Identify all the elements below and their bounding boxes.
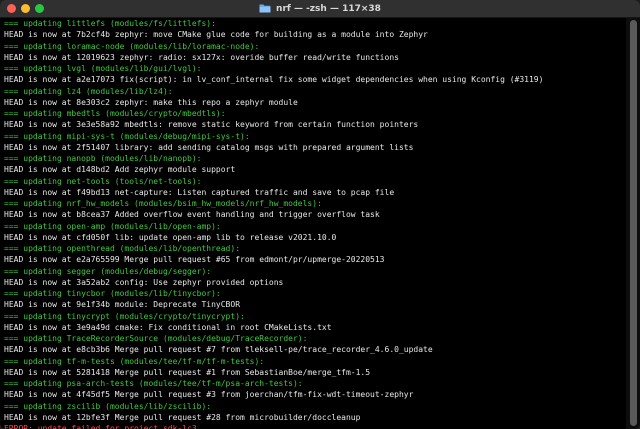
head-status-line: HEAD is now at 12bfe3f Merge pull reques…: [4, 412, 361, 422]
terminal-window: nrf — -zsh — 117×38 === updating littlef…: [0, 0, 640, 429]
head-status-line: HEAD is now at 7b2cf4b zephyr: move CMak…: [4, 30, 428, 40]
head-status-line: HEAD is now at b8cea37 Added overflow ev…: [4, 210, 380, 220]
update-header-line: === updating nrf_hw_models (modules/bsim…: [4, 199, 322, 208]
update-header-line: === updating net-tools (tools/net-tools)…: [4, 176, 202, 186]
update-header-line: === updating nanopb (modules/lib/nanopb)…: [4, 154, 202, 163]
update-header-line: === updating psa-arch-tests (modules/tee…: [4, 379, 303, 388]
head-status-line: HEAD is now at e2a765599 Merge pull requ…: [4, 255, 385, 265]
window-title: nrf — -zsh — 117×38: [0, 0, 640, 17]
terminal-output[interactable]: === updating littlefs (modules/fs/little…: [0, 18, 626, 429]
head-status-line: HEAD is now at 3e9a49d cmake: Fix condit…: [4, 322, 332, 332]
update-header-line: === updating zscilib (modules/lib/zscili…: [4, 401, 212, 411]
update-header-line: === updating tinycbor (modules/lib/tinyc…: [4, 289, 221, 298]
head-status-line: HEAD is now at 3e3e58a92 mbedtls: remove…: [4, 120, 419, 130]
head-status-line: HEAD is now at cfd050f lib: update open-…: [4, 232, 337, 242]
head-status-line: HEAD is now at f49bd13 net-capture: List…: [4, 187, 395, 197]
head-status-line: HEAD is now at a2e17073 fix(script): in …: [4, 75, 544, 85]
head-status-line: HEAD is now at 9e1f34b module: Deprecate…: [4, 300, 241, 310]
head-status-line: HEAD is now at e8cb3b6 Merge pull reques…: [4, 345, 433, 355]
folder-icon: [259, 4, 271, 13]
update-header-line: === updating tinycrypt (modules/crypto/t…: [4, 311, 245, 321]
update-header-line: === updating lvgl (modules/lib/gui/lvgl)…: [4, 64, 202, 73]
scrollbar-thumb[interactable]: [630, 20, 637, 426]
update-header-line: === updating mbedtls (modules/crypto/mbe…: [4, 109, 226, 118]
window-title-text: nrf — -zsh — 117×38: [276, 3, 381, 14]
head-status-line: HEAD is now at 4f45df5 Merge pull reques…: [4, 390, 414, 400]
head-status-line: HEAD is now at 8e303c2 zephyr: make this…: [4, 97, 298, 107]
title-bar[interactable]: nrf — -zsh — 117×38: [0, 0, 640, 18]
head-status-line: HEAD is now at 12019623 zephyr: radio: s…: [4, 52, 399, 62]
head-status-line: HEAD is now at 2f51407 library: add send…: [4, 142, 414, 152]
update-header-line: === updating open-amp (modules/lib/open-…: [4, 221, 221, 231]
head-status-line: HEAD is now at d148bd2 Add zephyr module…: [4, 165, 236, 175]
head-status-line: HEAD is now at 5281418 Merge pull reques…: [4, 367, 371, 377]
error-line: ERROR: update failed for project sdk-lc3: [4, 424, 197, 429]
update-header-line: === updating lz4 (modules/lib/lz4):: [4, 86, 173, 96]
update-header-line: === updating mipi-sys-t (modules/debug/m…: [4, 131, 250, 141]
update-header-line: === updating openthread (modules/lib/ope…: [4, 244, 241, 253]
update-header-line: === updating tf-m-tests (modules/tee/tf-…: [4, 356, 265, 366]
update-header-line: === updating loramac-node (modules/lib/l…: [4, 41, 260, 51]
update-header-line: === updating TraceRecorderSource (module…: [4, 334, 308, 343]
update-header-line: === updating segger (modules/debug/segge…: [4, 266, 212, 276]
update-header-line: === updating littlefs (modules/fs/little…: [4, 19, 216, 28]
head-status-line: HEAD is now at 3a52ab2 config: Use zephy…: [4, 277, 284, 287]
